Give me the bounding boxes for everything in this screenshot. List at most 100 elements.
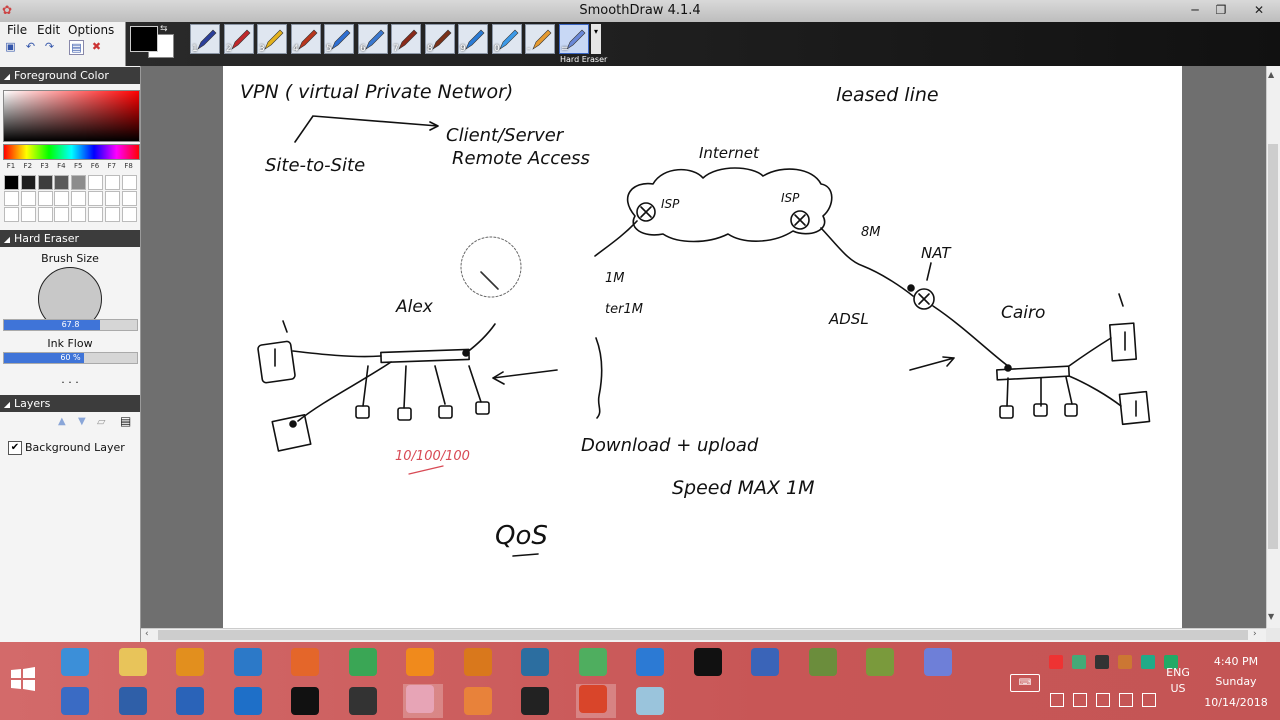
menu-edit[interactable]: Edit [37, 23, 60, 37]
color-swatch[interactable] [88, 207, 103, 222]
minimize-button[interactable]: ─ [1182, 0, 1208, 20]
network-icon[interactable] [231, 647, 265, 677]
swirl-icon[interactable] [461, 686, 495, 716]
firefox-icon[interactable] [288, 647, 322, 677]
slides-icon[interactable] [575, 684, 616, 718]
swap-colors-icon[interactable]: ⇆ [160, 24, 168, 34]
antivirus-tray-icon[interactable] [1118, 655, 1132, 669]
color-swatch[interactable] [104, 191, 120, 206]
color-swatch[interactable] [4, 191, 19, 206]
power-icon[interactable] [173, 647, 207, 677]
display-tray-icon[interactable] [1119, 693, 1133, 707]
tools-dropdown-button[interactable]: ▾ [591, 24, 601, 54]
menu-file[interactable]: File [7, 23, 27, 37]
redo-icon[interactable]: ↷ [43, 40, 56, 53]
person-icon[interactable] [518, 686, 552, 716]
layer-name[interactable]: Background Layer [25, 441, 125, 454]
color-swatch[interactable] [121, 191, 137, 206]
tool-button-7[interactable]: 7 [391, 24, 421, 54]
color-swatch[interactable] [20, 175, 36, 190]
tool-button-5[interactable]: 5 [324, 24, 354, 54]
tool-button-11[interactable]: - [525, 24, 555, 54]
vlc-icon[interactable] [403, 647, 437, 677]
color-swatch[interactable] [121, 175, 137, 190]
tools-tray-icon[interactable] [1072, 655, 1086, 669]
scroll-left-icon[interactable]: ‹ [145, 629, 149, 639]
terminal-icon[interactable] [691, 647, 725, 677]
compass-icon[interactable] [288, 686, 322, 716]
sogou-icon[interactable] [1049, 655, 1063, 669]
color-swatch[interactable] [71, 191, 87, 206]
color-swatch[interactable] [104, 207, 120, 222]
clear-icon[interactable]: ✖ [90, 40, 103, 53]
more-settings-button[interactable]: . . . [0, 373, 140, 386]
shield-tray-icon[interactable] [1141, 655, 1155, 669]
color-swatch[interactable] [71, 207, 87, 222]
file-explorer-icon[interactable] [58, 647, 92, 677]
scissors-icon[interactable] [116, 686, 150, 716]
brush-size-slider[interactable]: 67.8 [3, 319, 138, 331]
tool-button-4[interactable]: 4 [291, 24, 321, 54]
search-tool-icon[interactable] [461, 647, 495, 677]
color-swatch[interactable] [54, 175, 70, 190]
ink-flow-slider[interactable]: 60 % [3, 352, 138, 364]
smoothdraw-icon[interactable] [403, 684, 443, 718]
tool-button-6[interactable]: 6 [358, 24, 388, 54]
remote-desktop-icon[interactable] [58, 686, 92, 716]
menu-options[interactable]: Options [68, 23, 114, 37]
clock-date[interactable]: 10/14/2018 [1196, 696, 1276, 709]
tablet-icon[interactable] [346, 686, 380, 716]
color-swatch[interactable] [37, 175, 53, 190]
clock-time[interactable]: 4:40 PM [1196, 655, 1276, 668]
fin-icon[interactable] [231, 686, 265, 716]
tool-button-1[interactable]: 1 [190, 24, 220, 54]
layer-down-icon[interactable]: ▼ [78, 416, 86, 427]
horizontal-scroll-thumb[interactable] [158, 630, 1248, 640]
color-swatch[interactable] [88, 191, 103, 206]
flag-tray-icon[interactable] [1142, 693, 1156, 707]
chrome-icon[interactable] [346, 647, 380, 677]
volume-tray-icon[interactable] [1073, 693, 1087, 707]
color-swatch[interactable] [104, 175, 120, 190]
new-page-icon[interactable]: ▤ [69, 40, 84, 55]
tool-button-8[interactable]: 8 [425, 24, 455, 54]
battery-tray-icon[interactable] [1050, 693, 1064, 707]
language-indicator[interactable]: ENG [1162, 666, 1194, 679]
tool-button-10[interactable]: 0 [492, 24, 522, 54]
touch-keyboard-icon[interactable]: ⌨ [1010, 674, 1040, 692]
foreground-color-box[interactable] [130, 26, 158, 52]
note-icon[interactable] [633, 686, 667, 716]
hue-slider[interactable] [3, 144, 140, 160]
tool-button-3[interactable]: 3 [257, 24, 287, 54]
color-swatch[interactable] [121, 207, 137, 222]
window-icon[interactable] [173, 686, 207, 716]
editor-icon[interactable] [863, 647, 897, 677]
color-swatch[interactable] [4, 207, 19, 222]
scroll-right-icon[interactable]: › [1253, 629, 1257, 639]
close-button[interactable]: ✕ [1238, 0, 1280, 20]
tool-button-9[interactable]: 9 [458, 24, 488, 54]
scroll-down-icon[interactable]: ▼ [1268, 612, 1274, 621]
save-icon[interactable]: ▣ [4, 40, 17, 53]
color-swatch[interactable] [54, 207, 70, 222]
color-swatch[interactable] [37, 207, 53, 222]
clock-day[interactable]: Sunday [1196, 675, 1276, 688]
tool-settings-header[interactable]: ◢ Hard Eraser [0, 230, 140, 247]
color-swatch[interactable] [20, 207, 36, 222]
browser-icon[interactable] [633, 647, 667, 677]
folder-icon[interactable] [116, 647, 150, 677]
layer-up-icon[interactable]: ▲ [58, 416, 66, 427]
layers-header[interactable]: ◢ Layers [0, 395, 140, 412]
layer-properties-icon[interactable]: ▤ [120, 414, 131, 428]
color-swatch[interactable] [37, 191, 53, 206]
paint-icon[interactable] [806, 647, 840, 677]
tool-button-2[interactable]: 2 [224, 24, 254, 54]
region-indicator[interactable]: US [1162, 682, 1194, 695]
cloud-app-icon[interactable] [576, 647, 610, 677]
camera-icon[interactable] [518, 647, 552, 677]
color-swatch[interactable] [54, 191, 70, 206]
layer-visibility-checkbox[interactable]: ✔ [8, 441, 22, 455]
maximize-button[interactable]: ❐ [1208, 0, 1234, 20]
start-button[interactable] [8, 664, 38, 694]
color-picker-area[interactable] [3, 90, 140, 142]
